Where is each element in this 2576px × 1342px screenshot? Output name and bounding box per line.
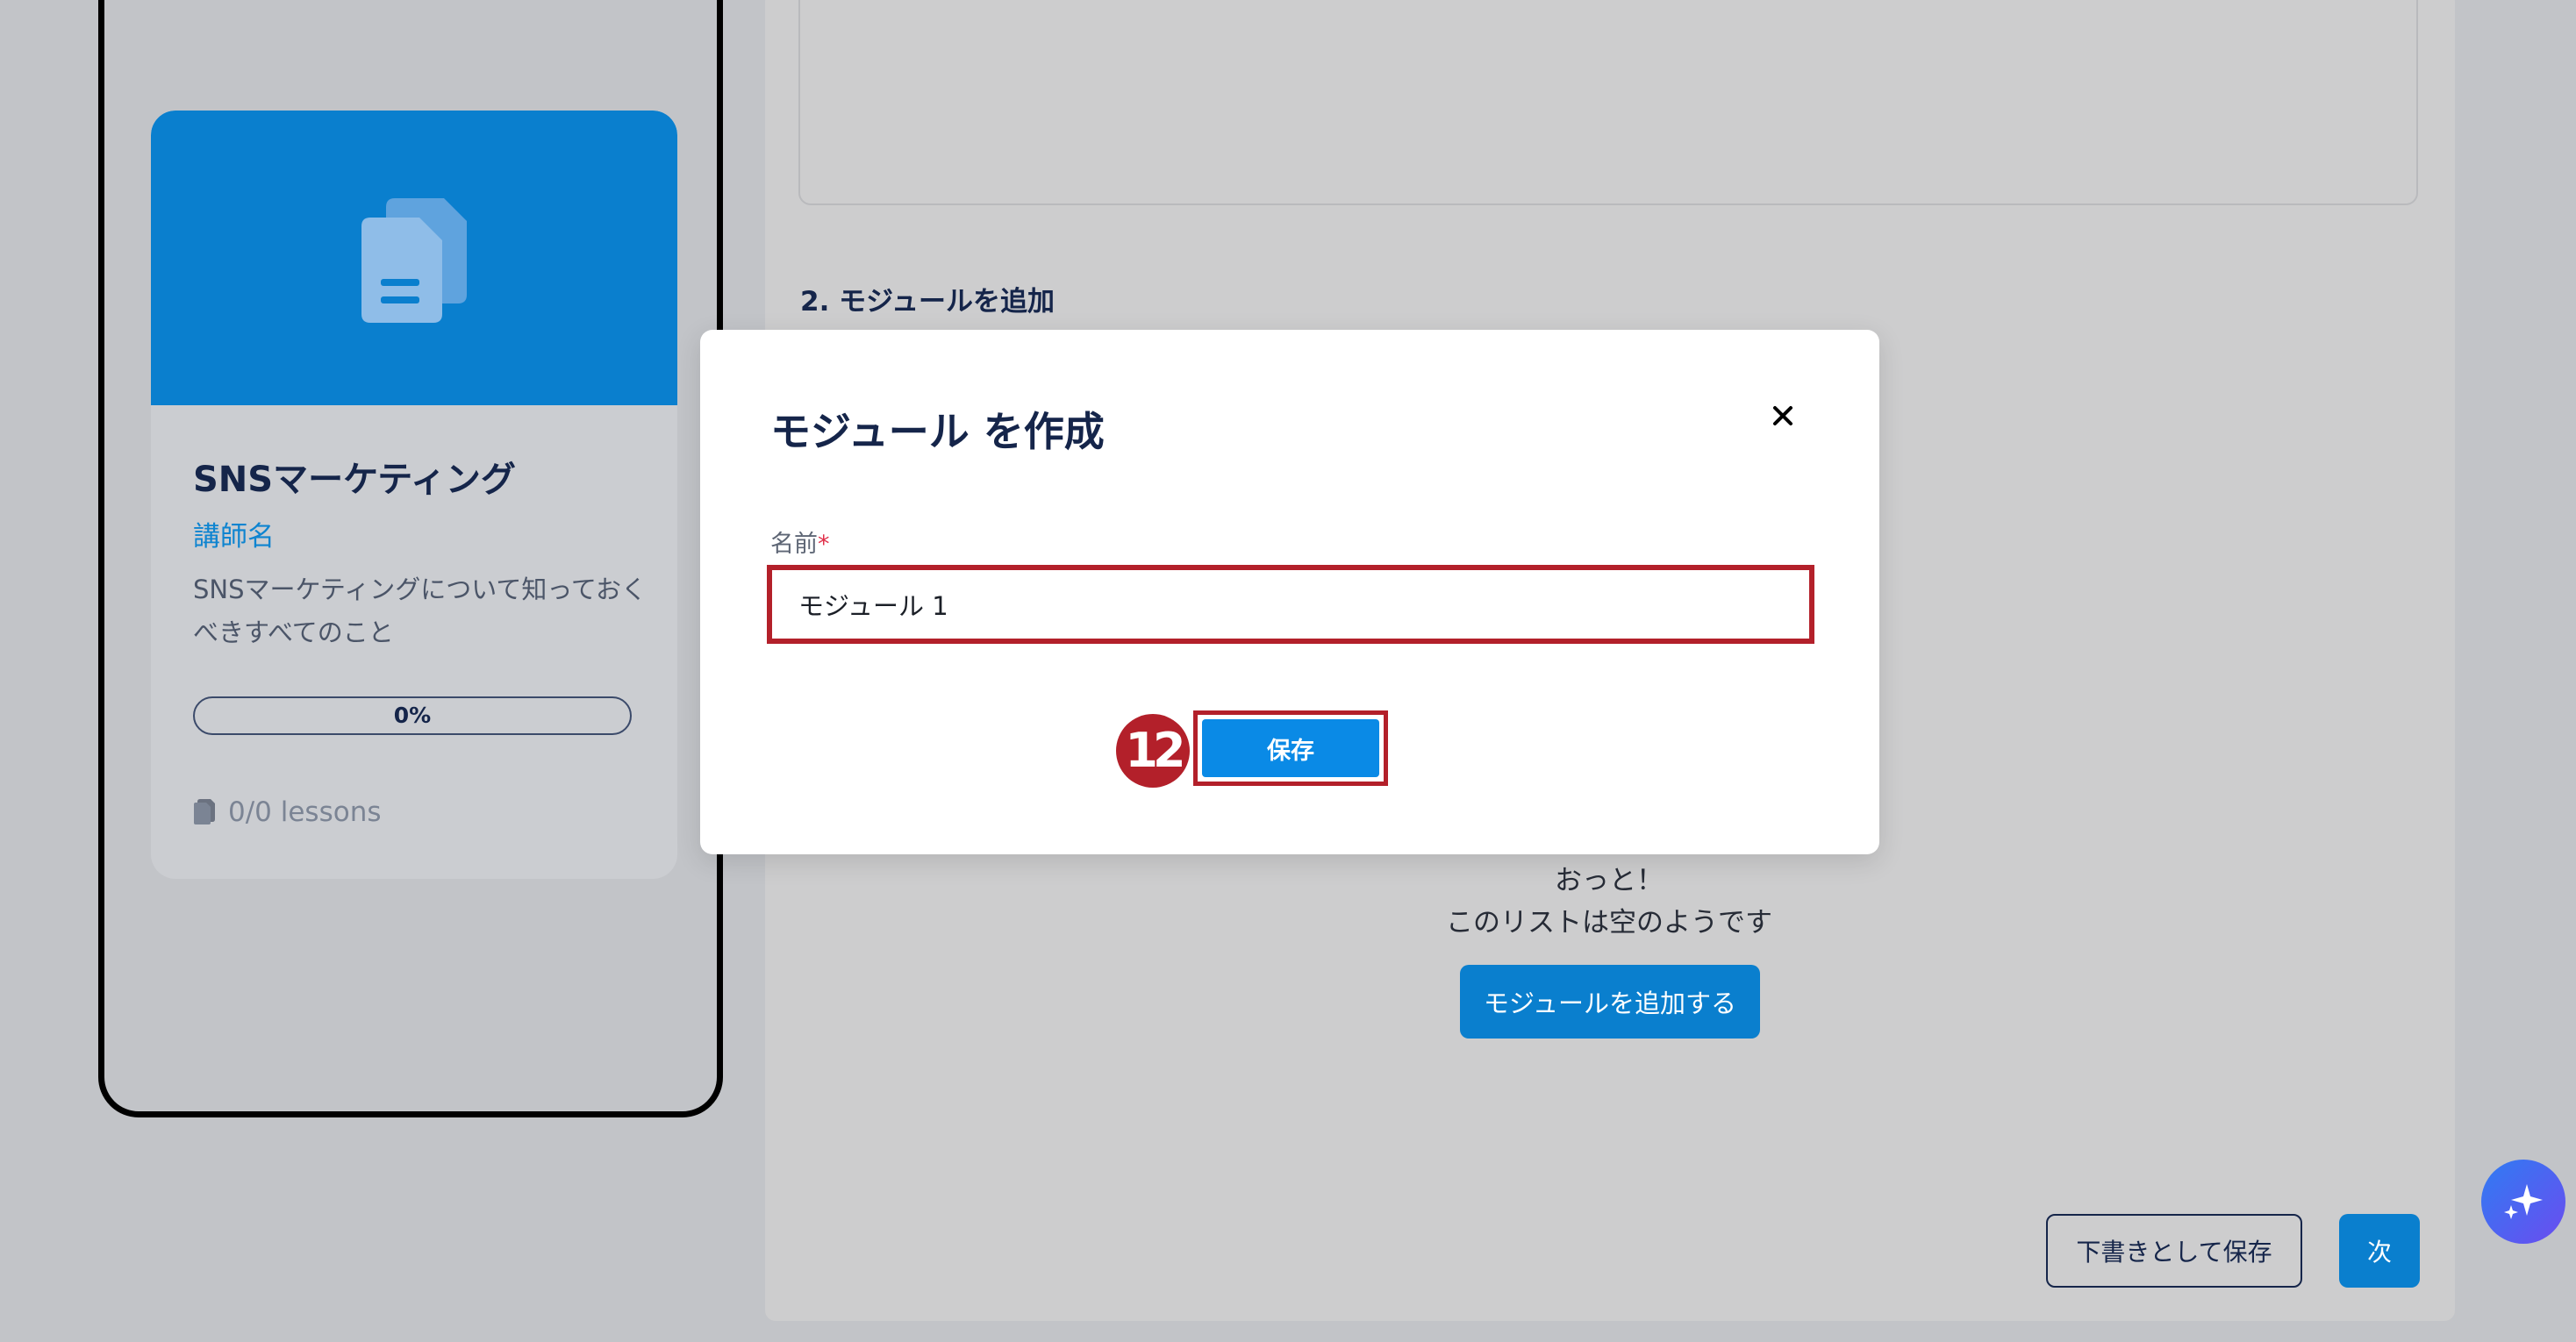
empty-state-message: おっと！ このリストは空のようです	[1346, 860, 1872, 944]
progress-label: 0%	[393, 703, 432, 728]
name-label-text: 名前	[770, 531, 818, 558]
create-module-modal: モジュール を作成 名前* 12 保存	[700, 330, 1879, 854]
document-icon	[194, 799, 215, 824]
description-textarea[interactable]	[798, 0, 2418, 205]
course-description: SNSマーケティングについて知っておくべきすべてのこと	[193, 575, 648, 647]
course-preview-card: SNSマーケティング 講師名 SNSマーケティングについて知っておくべきすべての…	[151, 111, 677, 879]
modal-title: モジュール を作成	[770, 408, 1105, 455]
close-button[interactable]	[1764, 396, 1802, 435]
step-number-badge: 12	[1116, 714, 1190, 788]
module-name-input[interactable]	[767, 565, 1814, 644]
progress-bar: 0%	[193, 696, 632, 735]
empty-state-line1: おっと！	[1555, 865, 1664, 896]
close-icon	[1773, 406, 1792, 425]
lessons-label: 0/0 lessons	[228, 796, 382, 828]
lessons-count: 0/0 lessons	[193, 796, 382, 828]
course-title: SNSマーケティング	[193, 460, 516, 500]
documents-icon	[361, 198, 467, 323]
required-mark: *	[818, 531, 830, 558]
sparkle-icon	[2504, 1184, 2543, 1219]
section-title: 2. モジュールを追加	[800, 286, 1055, 318]
save-draft-button[interactable]: 下書きとして保存	[2046, 1214, 2302, 1288]
course-hero	[151, 111, 677, 405]
add-module-button[interactable]: モジュールを追加する	[1460, 965, 1760, 1039]
name-field-label: 名前*	[770, 525, 830, 559]
instructor-name: 講師名	[193, 521, 275, 553]
empty-state-line2: このリストは空のようです	[1446, 907, 1772, 939]
save-button[interactable]: 保存	[1202, 719, 1379, 777]
ai-assistant-button[interactable]	[2481, 1160, 2565, 1244]
next-button[interactable]: 次	[2339, 1214, 2420, 1288]
